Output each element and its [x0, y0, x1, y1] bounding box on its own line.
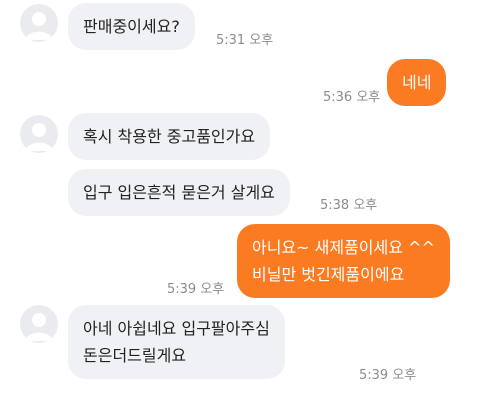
avatar[interactable] [20, 4, 58, 42]
message-text: 돈은더드릴게요 [83, 346, 187, 365]
user-avatar-icon [25, 123, 53, 151]
message-bubble-outgoing[interactable]: 아니요~ 새제품이세요 ^^ 비닐만 벗긴제품이에요 [237, 224, 450, 298]
message-timestamp: 5:36 오후 [323, 90, 381, 105]
avatar[interactable] [20, 115, 58, 153]
message-text: 아네 아쉽네요 입구팔아주심 [83, 319, 270, 338]
message-text: 네네 [402, 73, 432, 92]
message-text: 혹시 착용한 중고품인가요 [83, 127, 256, 146]
avatar[interactable] [20, 305, 58, 343]
message-bubble-incoming[interactable]: 아네 아쉽네요 입구팔아주심 돈은더드릴게요 [68, 305, 285, 379]
user-avatar-icon [25, 12, 53, 40]
message-bubble-incoming[interactable]: 혹시 착용한 중고품인가요 [68, 113, 271, 160]
message-timestamp: 5:39 오후 [167, 282, 225, 297]
message-text: 판매중이세요? [83, 17, 180, 36]
message-bubble-incoming[interactable]: 판매중이세요? [68, 3, 195, 50]
message-bubble-outgoing[interactable]: 네네 [387, 59, 447, 106]
message-timestamp: 5:39 오후 [359, 368, 417, 383]
message-bubble-incoming[interactable]: 입구 입은흔적 묻은거 살게요 [68, 169, 290, 216]
message-timestamp: 5:31 오후 [216, 33, 274, 48]
message-text: 아니요~ 새제품이세요 ^^ [252, 238, 435, 257]
message-timestamp: 5:38 오후 [320, 198, 378, 213]
user-avatar-icon [25, 313, 53, 341]
message-text: 비닐만 벗긴제품이에요 [252, 265, 405, 284]
message-text: 입구 입은흔적 묻은거 살게요 [83, 183, 275, 202]
